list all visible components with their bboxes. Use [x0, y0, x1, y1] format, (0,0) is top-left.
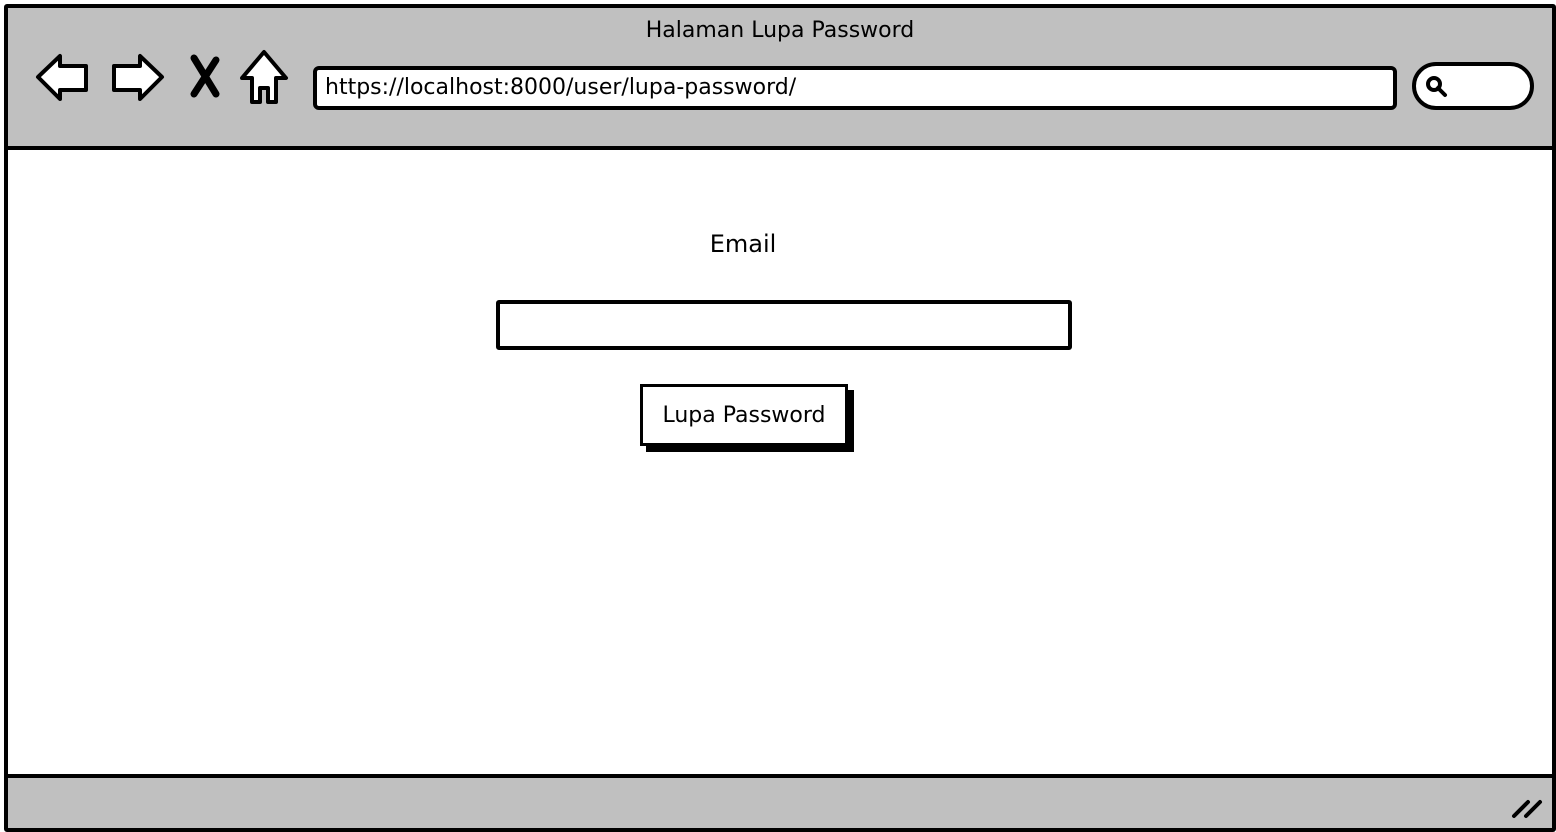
forward-arrow-icon[interactable] [108, 48, 166, 106]
browser-window: Halaman Lupa Password https://localhost:… [4, 4, 1556, 832]
window-title: Halaman Lupa Password [645, 18, 915, 43]
search-icon [1426, 76, 1447, 97]
browser-search-field[interactable] [1412, 62, 1534, 110]
address-bar[interactable]: https://localhost:8000/user/lupa-passwor… [313, 66, 1397, 110]
browser-toolbar: Halaman Lupa Password https://localhost:… [8, 8, 1552, 150]
home-icon[interactable] [238, 48, 290, 106]
close-icon[interactable] [188, 48, 222, 106]
email-field[interactable] [496, 300, 1072, 350]
status-bar [8, 774, 1552, 828]
back-arrow-icon[interactable] [34, 48, 92, 106]
lupa-password-button[interactable]: Lupa Password [640, 384, 848, 446]
resize-grip-icon[interactable] [1510, 794, 1544, 824]
email-label: Email [709, 230, 777, 258]
page-content: Email Lupa Password [8, 150, 1552, 774]
